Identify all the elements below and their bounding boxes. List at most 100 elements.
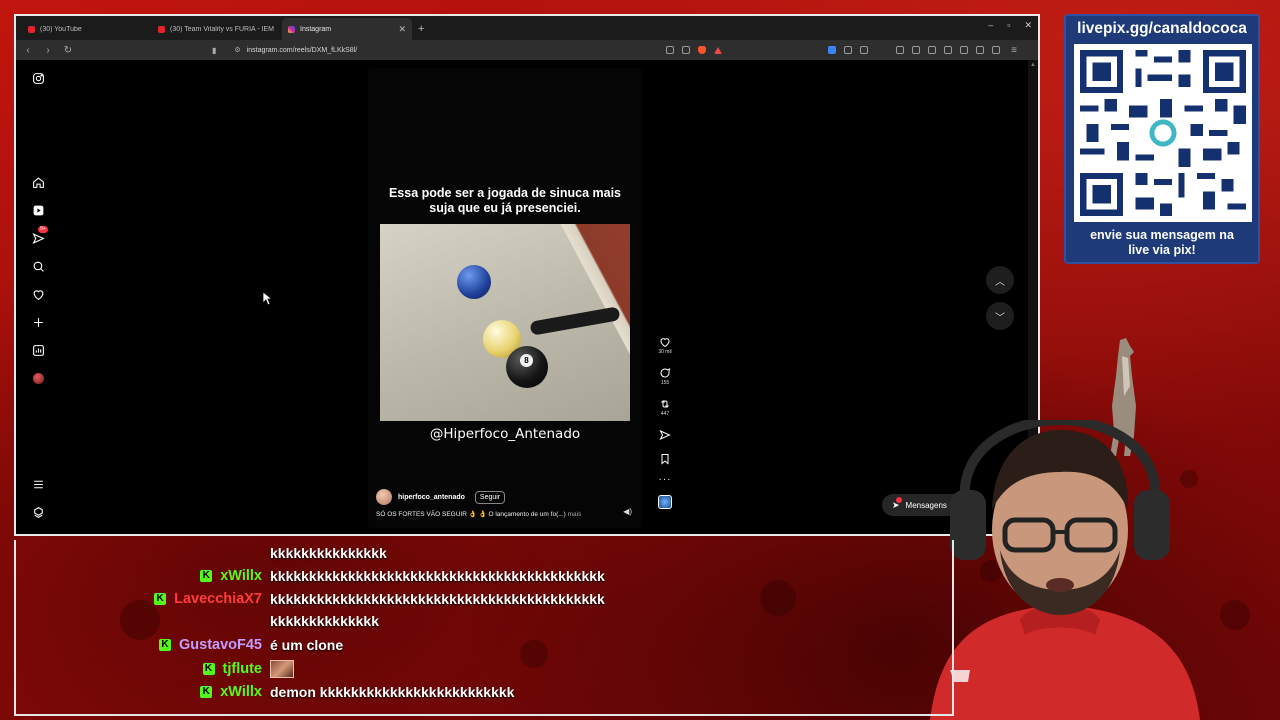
wallet-icon[interactable] bbox=[944, 46, 952, 54]
tab-youtube-match[interactable]: (30) Team Vitality vs FURIA - IEM Rio bbox=[152, 18, 282, 40]
tab-bar: (30) YouTube (30) Team Vitality vs FURIA… bbox=[16, 16, 1038, 40]
chat-message: kkkkkkkkkkkkkkk bbox=[16, 542, 387, 564]
previous-reel-button[interactable]: ︿ bbox=[986, 266, 1014, 294]
threads-icon[interactable] bbox=[28, 502, 48, 522]
url-text: instagram.com/reels/DXM_fLKkS8l/ bbox=[246, 46, 358, 54]
reel-player[interactable]: Essa pode ser a jogada de sinuca mais su… bbox=[368, 68, 642, 528]
minimize-icon[interactable]: – bbox=[988, 20, 993, 31]
heart-icon[interactable] bbox=[28, 284, 48, 304]
comment-count: 155 bbox=[660, 380, 670, 386]
chevron-up-icon: ︿ bbox=[995, 276, 1005, 288]
like-action[interactable]: 30 mil bbox=[652, 336, 678, 355]
reel-caption-line: Essa pode ser a jogada de sinuca mais bbox=[388, 186, 622, 200]
tab-label: Instagram bbox=[300, 25, 332, 33]
reel-actions: 30 mil 155 447 ··· bbox=[652, 336, 678, 521]
instagram-logo-icon[interactable] bbox=[28, 68, 48, 88]
qr-message-line: envie sua mensagem na bbox=[1090, 228, 1234, 242]
scroll-up-icon[interactable]: ▲ bbox=[1028, 62, 1038, 68]
more-options-icon[interactable]: ··· bbox=[652, 475, 678, 485]
chat-emote bbox=[270, 660, 294, 678]
brave-shield-icon[interactable] bbox=[698, 46, 706, 54]
notification-badge: 9+ bbox=[38, 226, 48, 233]
brave-rewards-icon[interactable] bbox=[714, 46, 722, 54]
chevron-down-icon: ﹀ bbox=[995, 312, 1005, 324]
search-icon[interactable] bbox=[28, 256, 48, 276]
address-bar[interactable]: ▮ ⚙ instagram.com/reels/DXM_fLKkS8l/ bbox=[82, 42, 658, 58]
author-username[interactable]: hiperfoco_antenado bbox=[398, 494, 465, 501]
chat-username: GustavoF45 bbox=[179, 637, 262, 653]
kick-badge-icon: K bbox=[154, 593, 167, 605]
reload-icon[interactable]: ↻ bbox=[62, 45, 74, 56]
new-tab-button[interactable]: + bbox=[412, 18, 430, 40]
home-icon[interactable] bbox=[28, 172, 48, 192]
reel-caption-line: suja que eu já presenciei. bbox=[429, 201, 581, 215]
menu-icon[interactable]: ≡ bbox=[1008, 45, 1020, 56]
cast-icon[interactable] bbox=[666, 46, 674, 54]
tab-label: (30) Team Vitality vs FURIA - IEM Rio bbox=[170, 25, 276, 33]
volume-icon[interactable]: ◀) bbox=[623, 507, 632, 516]
dashboard-icon[interactable] bbox=[28, 340, 48, 360]
pool-cue bbox=[529, 306, 621, 336]
like-count: 30 mil bbox=[658, 349, 672, 355]
reel-description: SÓ OS FORTES VÃO SEGUIR 👌 👌 O lançamento… bbox=[376, 510, 581, 518]
chat-message-text: kkkkkkkkkkkkkk bbox=[270, 613, 380, 629]
leo-icon[interactable] bbox=[960, 46, 968, 54]
chat-message: K xWillx kkkkkkkkkkkkkkkkkkkkkkkkkkkkkkk… bbox=[16, 565, 605, 587]
chat-message: K LavecchiaX7 kkkkkkkkkkkkkkkkkkkkkkkkkk… bbox=[16, 588, 605, 610]
wallet-icon[interactable] bbox=[860, 46, 868, 54]
youtube-icon bbox=[28, 25, 35, 33]
site-info-icon[interactable]: ⚙ bbox=[234, 46, 240, 54]
chat-message-text: kkkkkkkkkkkkkkkkkkkkkkkkkkkkkkkkkkkkkkkk… bbox=[270, 591, 605, 607]
reel-author: hiperfoco_antenado Seguir bbox=[376, 489, 506, 505]
repost-icon bbox=[661, 400, 669, 408]
profile-avatar[interactable] bbox=[28, 368, 48, 388]
avatar bbox=[32, 372, 44, 384]
save-action[interactable] bbox=[652, 453, 678, 465]
messages-badge bbox=[896, 497, 902, 503]
bookmark-icon bbox=[661, 454, 669, 465]
close-icon[interactable]: ✕ bbox=[1024, 20, 1032, 31]
sidebar-icon[interactable] bbox=[928, 46, 936, 54]
tab-instagram[interactable]: Instagram ✕ bbox=[282, 18, 412, 40]
follow-button[interactable]: Seguir bbox=[474, 490, 506, 504]
share-icon[interactable] bbox=[682, 46, 690, 54]
puzzle-icon[interactable] bbox=[844, 46, 852, 54]
streamer-webcam bbox=[930, 420, 1200, 720]
tab-youtube[interactable]: (30) YouTube bbox=[22, 18, 152, 40]
qr-title: livepix.gg/canaldococa bbox=[1077, 20, 1247, 37]
vpn-icon[interactable] bbox=[976, 46, 984, 54]
browser-window: (30) YouTube (30) Team Vitality vs FURIA… bbox=[14, 14, 1040, 536]
reel-video-frame[interactable]: 8 bbox=[380, 224, 630, 421]
next-reel-button[interactable]: ﹀ bbox=[986, 302, 1014, 330]
comment-action[interactable]: 155 bbox=[652, 367, 678, 386]
stream-chat: kkkkkkkkkkkkkkk K xWillx kkkkkkkkkkkkkkk… bbox=[14, 540, 954, 716]
chat-username: LavecchiaX7 bbox=[174, 591, 262, 607]
profile-icon[interactable] bbox=[992, 46, 1000, 54]
kick-badge-icon: K bbox=[200, 686, 213, 698]
more-link[interactable]: mais bbox=[568, 511, 582, 518]
instagram-page: 9+ Essa pode ser a jogada de sinuca mais… bbox=[16, 60, 1032, 534]
tab-label: (30) YouTube bbox=[40, 25, 82, 33]
instagram-icon bbox=[288, 25, 295, 33]
more-menu-icon[interactable] bbox=[28, 474, 48, 494]
share-action[interactable] bbox=[652, 429, 678, 441]
bookmark-icon[interactable]: ▮ bbox=[212, 46, 216, 55]
repost-action[interactable]: 447 bbox=[652, 398, 678, 417]
author-avatar[interactable] bbox=[376, 489, 392, 505]
download-icon[interactable] bbox=[912, 46, 920, 54]
forward-icon[interactable]: › bbox=[42, 45, 54, 56]
heart-icon bbox=[660, 338, 670, 348]
send-icon bbox=[659, 429, 671, 441]
chat-message: kkkkkkkkkkkkkk bbox=[16, 610, 379, 632]
create-icon[interactable] bbox=[28, 312, 48, 332]
audio-thumbnail[interactable] bbox=[652, 495, 678, 509]
back-icon[interactable]: ‹ bbox=[22, 45, 34, 56]
blue-ball bbox=[457, 265, 491, 299]
explore-notifications-icon[interactable]: 9+ bbox=[28, 226, 48, 248]
close-tab-icon[interactable]: ✕ bbox=[398, 24, 406, 35]
restore-icon[interactable]: ▫ bbox=[1007, 20, 1010, 31]
reels-icon[interactable] bbox=[28, 200, 48, 220]
extension-icon[interactable] bbox=[828, 46, 836, 54]
music-icon[interactable] bbox=[896, 46, 904, 54]
qr-message: envie sua mensagem na live via pix! bbox=[1066, 228, 1258, 258]
